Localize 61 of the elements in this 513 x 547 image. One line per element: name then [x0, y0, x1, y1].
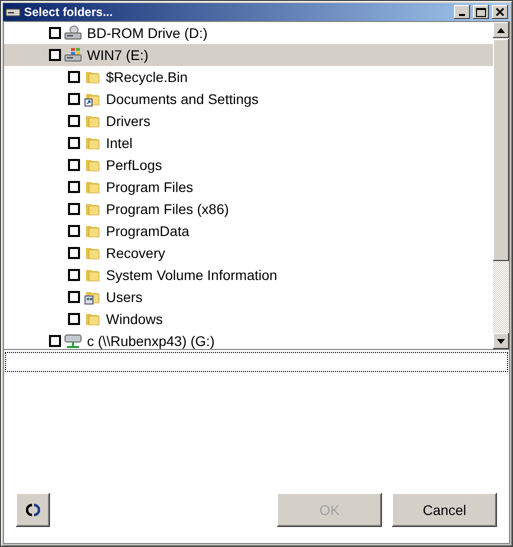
folder-icon	[83, 135, 101, 151]
tree-item[interactable]: Program Files	[4, 176, 493, 198]
tree-item[interactable]: $Recycle.Bin	[4, 66, 493, 88]
tree-item[interactable]: ProgramData	[4, 220, 493, 242]
checkbox[interactable]	[68, 159, 80, 171]
scroll-up-button[interactable]	[493, 22, 509, 38]
users-folder-icon	[83, 289, 101, 305]
close-button[interactable]	[492, 5, 508, 19]
checkbox[interactable]	[68, 115, 80, 127]
refresh-button[interactable]	[16, 492, 50, 526]
tree-item[interactable]: Documents and Settings	[4, 88, 493, 110]
checkbox[interactable]	[68, 203, 80, 215]
folder-icon	[83, 179, 101, 195]
tree-item[interactable]: BD-ROM Drive (D:)	[4, 22, 493, 44]
checkbox[interactable]	[68, 71, 80, 83]
checkbox[interactable]	[68, 291, 80, 303]
checkbox[interactable]	[49, 27, 61, 39]
scroll-down-button[interactable]	[493, 333, 509, 349]
checkbox[interactable]	[68, 93, 80, 105]
drive-icon	[64, 47, 82, 63]
checkbox[interactable]	[68, 269, 80, 281]
folder-icon	[83, 311, 101, 327]
folder-icon	[83, 267, 101, 283]
tree-item[interactable]: PerfLogs	[4, 154, 493, 176]
tree-item[interactable]: Recovery	[4, 242, 493, 264]
refresh-icon	[26, 502, 40, 516]
maximize-icon	[476, 8, 486, 16]
network-drive-icon	[64, 333, 82, 349]
folder-icon	[83, 113, 101, 129]
tree-item[interactable]: Users	[4, 286, 493, 308]
minimize-button[interactable]	[454, 5, 470, 19]
checkbox[interactable]	[68, 181, 80, 193]
tree-item[interactable]: WIN7 (E:)	[4, 44, 493, 66]
checkbox[interactable]	[49, 49, 61, 61]
close-icon	[496, 8, 504, 16]
folder-icon	[83, 201, 101, 217]
tree-item[interactable]: Windows	[4, 308, 493, 330]
checkbox[interactable]	[68, 137, 80, 149]
down-arrow-icon	[497, 338, 505, 344]
tree-item[interactable]: Drivers	[4, 110, 493, 132]
up-arrow-icon	[497, 28, 505, 32]
folder-icon	[83, 245, 101, 261]
checkbox[interactable]	[49, 335, 61, 347]
folder-icon	[83, 157, 101, 173]
scroll-thumb[interactable]	[493, 39, 509, 261]
tree-item[interactable]: Intel	[4, 132, 493, 154]
checkbox[interactable]	[68, 225, 80, 237]
tree-item[interactable]: System Volume Information	[4, 264, 493, 286]
window-title: Select folders...	[24, 5, 114, 19]
dialog-button[interactable]: Cancel	[392, 492, 497, 526]
checkbox[interactable]	[68, 247, 80, 259]
scrollbar[interactable]	[493, 22, 509, 349]
checkbox[interactable]	[68, 313, 80, 325]
folder-icon	[83, 223, 101, 239]
folder-shortcut-icon	[83, 91, 101, 107]
disc-drive-icon	[64, 25, 82, 41]
tree-item[interactable]: c (\\Rubenxp43) (G:)	[4, 330, 493, 349]
drive-icon	[5, 6, 21, 18]
tree-item[interactable]: Program Files (x86)	[4, 198, 493, 220]
folder-icon	[83, 69, 101, 85]
maximize-button[interactable]	[473, 5, 489, 19]
